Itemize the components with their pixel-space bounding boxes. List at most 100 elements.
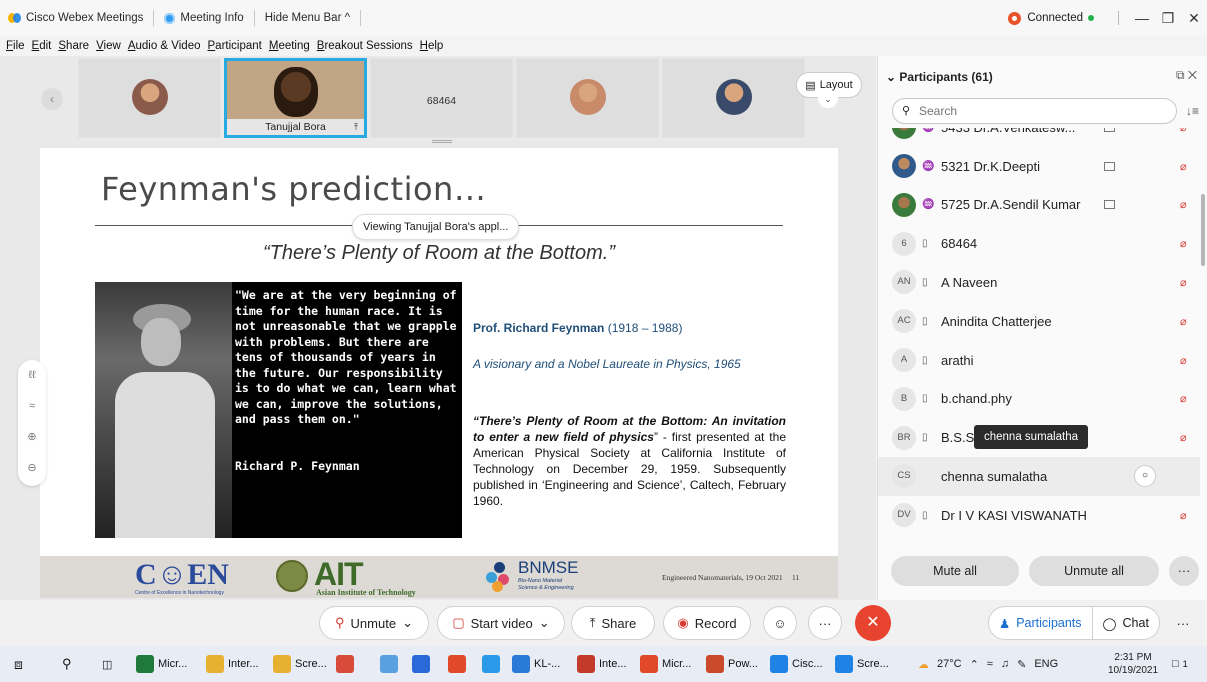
taskbar-app[interactable]: Micr... xyxy=(136,654,187,674)
annotate-icon[interactable]: ℓℓ xyxy=(18,360,46,391)
participant-row[interactable]: AN ▯ A Naveen ⌀ xyxy=(878,263,1200,302)
meeting-info-button[interactable]: Meeting Info xyxy=(154,10,255,26)
chevron-down-icon[interactable]: ⌄ xyxy=(539,615,550,631)
notification-button[interactable]: □ 1 xyxy=(1172,654,1188,674)
sort-icon[interactable]: ↓≡ xyxy=(1186,104,1199,118)
start-video-button[interactable]: ▢ Start video ⌄ xyxy=(437,606,565,640)
pinned-app[interactable] xyxy=(482,654,500,674)
participants-header[interactable]: ⌄ Participants (61) xyxy=(886,70,993,84)
mic-muted-icon[interactable]: ⌀ xyxy=(1180,198,1187,211)
pointer-icon[interactable]: ≈ xyxy=(18,391,46,422)
chat-icon[interactable]: ○ xyxy=(1134,465,1156,488)
thumbnails-prev-button[interactable]: ‹ xyxy=(41,88,63,110)
weather-label[interactable]: 27°C xyxy=(937,658,962,670)
chevron-up-icon[interactable]: ⌃ xyxy=(970,658,979,671)
participant-row[interactable]: CS chenna sumalatha ○ xyxy=(878,457,1200,496)
app-label: Micr... xyxy=(662,658,692,670)
zoom-in-icon[interactable]: ⊕ xyxy=(18,422,46,453)
participant-row[interactable]: 6 ▯ 68464 ⌀ xyxy=(878,224,1200,263)
mic-muted-icon[interactable]: ⌀ xyxy=(1180,509,1187,522)
app-name: Cisco Webex Meetings xyxy=(26,12,144,24)
mic-muted-icon[interactable]: ⌀ xyxy=(1180,276,1187,289)
search-button[interactable]: ⚲ xyxy=(62,654,72,674)
more-options-button[interactable]: ··· xyxy=(1169,556,1199,586)
mic-muted-icon[interactable]: ⌀ xyxy=(1180,128,1187,134)
chevron-down-icon[interactable]: ⌄ xyxy=(402,615,413,631)
participant-row[interactable]: ♒ 5321 Dr.K.Deepti ⌀ xyxy=(878,147,1200,186)
video-thumbnail[interactable] xyxy=(78,58,221,138)
participants-toggle[interactable]: ♟ Participants xyxy=(989,606,1092,640)
reactions-button[interactable]: ☺ xyxy=(763,606,797,640)
unmute-button[interactable]: ⚲ Unmute ⌄ xyxy=(319,606,429,640)
app-icon xyxy=(482,655,500,673)
language-indicator[interactable]: ENG xyxy=(1034,658,1058,670)
more-button[interactable]: ··· xyxy=(808,606,842,640)
menu-breakout-sessions[interactable]: Breakout Sessions xyxy=(317,40,413,52)
meeting-stage: ‹ Tanujjal Bora ⤒ 68464 ▤ Layout ⌄ Feynman… xyxy=(0,56,876,600)
pinned-app[interactable] xyxy=(380,654,398,674)
pinned-app[interactable] xyxy=(412,654,430,674)
hide-menu-bar-button[interactable]: Hide Menu Bar ^ xyxy=(255,10,361,26)
pinned-app[interactable] xyxy=(336,654,354,674)
scrollbar[interactable] xyxy=(1201,194,1205,266)
menu-share[interactable]: Share xyxy=(58,40,89,52)
participant-row[interactable]: A ▯ arathi ⌀ xyxy=(878,341,1200,380)
pen-icon[interactable]: ✎ xyxy=(1017,658,1026,671)
taskbar-app[interactable]: Inte... xyxy=(577,654,627,674)
video-thumbnail[interactable] xyxy=(662,58,805,138)
restore-icon[interactable]: ❐ xyxy=(1155,10,1181,27)
participant-row[interactable]: DV ▯ Dr I V KASI VISWANATH ⌀ xyxy=(878,496,1200,535)
more-panels-button[interactable]: ··· xyxy=(1166,606,1200,640)
mic-muted-icon[interactable]: ⌀ xyxy=(1180,392,1187,405)
menu-participant[interactable]: Participant xyxy=(208,40,262,52)
unmute-all-button[interactable]: Unmute all xyxy=(1029,556,1159,586)
network-icon[interactable]: ≈ xyxy=(987,658,993,670)
participant-row[interactable]: B ▯ b.chand.phy ⌀ xyxy=(878,380,1200,419)
menu-view[interactable]: View xyxy=(96,40,121,52)
video-thumbnail[interactable]: Tanujjal Bora ⤒ xyxy=(224,58,367,138)
pinned-app[interactable] xyxy=(448,654,466,674)
participant-row[interactable]: ♒ 5725 Dr.A.Sendil Kumar ⌀ xyxy=(878,186,1200,225)
mic-muted-icon[interactable]: ⌀ xyxy=(1180,160,1187,173)
menu-audio-video[interactable]: Audio & Video xyxy=(128,40,201,52)
drag-handle[interactable] xyxy=(432,140,452,143)
weather-icon[interactable]: ☁ xyxy=(918,658,929,671)
mic-muted-icon[interactable]: ⌀ xyxy=(1180,237,1187,250)
zoom-out-icon[interactable]: ⊖ xyxy=(18,453,46,484)
participant-row[interactable]: AC ▯ Anindita Chatterjee ⌀ xyxy=(878,302,1200,341)
share-button[interactable]: ⤒ Share xyxy=(571,606,655,640)
mic-muted-icon[interactable]: ⌀ xyxy=(1180,431,1187,444)
mic-muted-icon[interactable]: ⌀ xyxy=(1180,315,1187,328)
video-thumbnail[interactable]: 68464 xyxy=(370,58,513,138)
speaker-icon[interactable]: ♫ xyxy=(1001,658,1009,670)
close-icon[interactable]: ✕ xyxy=(1181,10,1207,27)
task-view-button[interactable]: ◫ xyxy=(102,654,112,674)
menu-help[interactable]: Help xyxy=(420,40,444,52)
taskbar-app[interactable]: Scre... xyxy=(835,654,889,674)
chat-toggle[interactable]: ◯ Chat xyxy=(1091,606,1159,640)
menu-file[interactable]: File xyxy=(6,40,25,52)
menu-edit[interactable]: Edit xyxy=(32,40,52,52)
minimize-icon[interactable]: — xyxy=(1129,10,1155,26)
record-button[interactable]: ◉ Record xyxy=(663,606,751,640)
taskbar-app[interactable]: Inter... xyxy=(206,654,259,674)
menu-meeting[interactable]: Meeting xyxy=(269,40,310,52)
avatar: AC xyxy=(892,309,916,334)
app-label: Pow... xyxy=(728,658,758,670)
participant-row[interactable]: ♒ 5433 Dr.A.Venkatesw... ⌀ xyxy=(878,128,1200,147)
leave-meeting-button[interactable]: ✕ xyxy=(855,605,891,641)
mute-all-button[interactable]: Mute all xyxy=(891,556,1019,586)
panel-popout-close-icon[interactable]: ⧉ ✕ xyxy=(1176,68,1197,83)
taskbar-app[interactable]: Cisc... xyxy=(770,654,823,674)
participant-search-input[interactable] xyxy=(892,98,1177,124)
taskbar-app[interactable]: Micr... xyxy=(640,654,691,674)
taskbar-app[interactable]: KL-... xyxy=(512,654,560,674)
taskbar-app[interactable]: Pow... xyxy=(706,654,758,674)
system-clock[interactable]: 2:31 PM 10/19/2021 xyxy=(1108,651,1158,677)
connection-status[interactable]: Connected xyxy=(1008,11,1094,25)
video-thumbnail[interactable] xyxy=(516,58,659,138)
taskbar-app[interactable]: Scre... xyxy=(273,654,327,674)
mic-muted-icon[interactable]: ⌀ xyxy=(1180,354,1187,367)
start-button[interactable]: ⧈ xyxy=(14,654,23,674)
collapse-chevron-icon[interactable]: ⌄ xyxy=(818,94,838,108)
